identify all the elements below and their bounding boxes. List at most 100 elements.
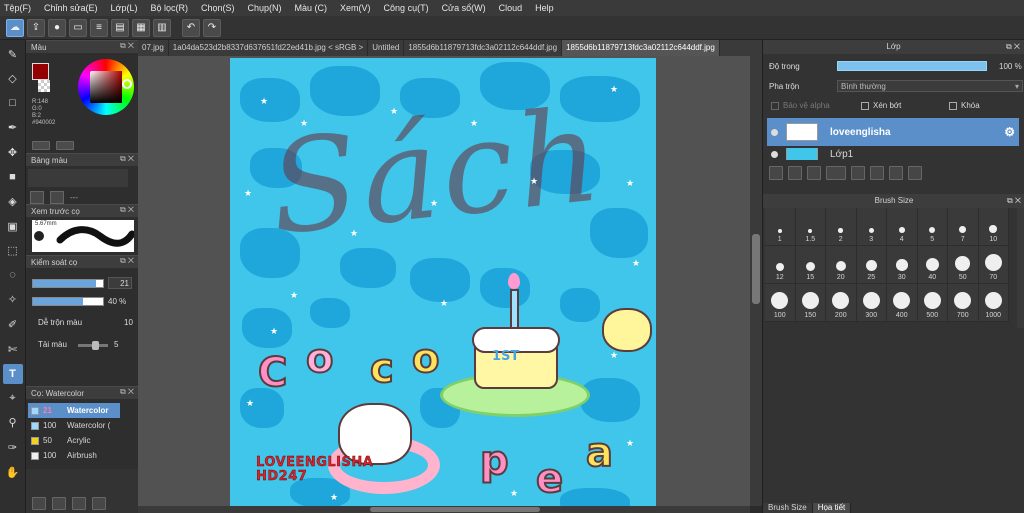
visibility-eye-icon[interactable] xyxy=(771,128,778,136)
rect-select-tool-icon[interactable]: □ xyxy=(3,93,23,113)
protect-alpha-checkbox[interactable]: Bảo vệ alpha xyxy=(771,101,830,110)
document-tab[interactable]: 1a04da523d2b8337d637651fd22ed41b.jpg < s… xyxy=(169,40,369,56)
saturation-square[interactable] xyxy=(90,71,122,103)
menu-item-2[interactable]: Lớp(L) xyxy=(111,3,138,13)
layer-row-lop1[interactable]: Lớp1 xyxy=(767,148,1019,160)
brush-size-cell[interactable]: 20 xyxy=(826,246,857,284)
operation-tool-icon[interactable]: ⌖ xyxy=(3,388,23,408)
move-tool-icon[interactable]: ✥ xyxy=(3,142,23,162)
merge-layer-icon[interactable] xyxy=(889,166,903,180)
menu-item-7[interactable]: Xem(V) xyxy=(340,3,371,13)
brush-opacity-slider[interactable] xyxy=(32,297,104,306)
brush-copy-icon[interactable] xyxy=(72,497,86,510)
artwork-canvas[interactable]: Sách 1ST C o c o p e a LOVEENGLISHA HD24… xyxy=(230,58,656,506)
panel-close-icon[interactable]: ⧉ ✕ xyxy=(120,41,134,51)
layer-row-loveenglisha[interactable]: loveenglisha ⚙ xyxy=(767,118,1019,146)
menu-item-4[interactable]: Chọn(S) xyxy=(201,3,235,13)
new-palette-icon[interactable] xyxy=(30,191,44,204)
document-tab[interactable]: Untitled xyxy=(368,40,405,56)
eraser-tool-icon[interactable]: ◇ xyxy=(3,69,23,89)
brush-size-cell[interactable]: 4 xyxy=(887,208,918,246)
panel-close-icon[interactable]: ⧉ ✕ xyxy=(120,154,134,164)
menu-item-6[interactable]: Màu (C) xyxy=(295,3,328,13)
new-8bit-layer-icon[interactable] xyxy=(807,166,821,180)
visibility-eye-icon[interactable] xyxy=(771,150,778,158)
menu-item-3[interactable]: Bộ lọc(R) xyxy=(150,3,188,13)
brush-size-cell[interactable]: 12 xyxy=(765,246,796,284)
vertical-scroll-thumb[interactable] xyxy=(752,234,760,304)
brush-size-cell[interactable]: 1 xyxy=(765,208,796,246)
menu-item-1[interactable]: Chỉnh sửa(E) xyxy=(44,3,98,13)
mix-value[interactable]: 5 xyxy=(114,340,118,349)
gear-icon[interactable]: ⚙ xyxy=(1004,125,1015,139)
brush-size-cell[interactable]: 30 xyxy=(887,246,918,284)
menu-item-10[interactable]: Cloud xyxy=(499,3,523,13)
brush-size-cell[interactable]: 150 xyxy=(795,284,826,322)
chat-icon[interactable]: ● xyxy=(48,18,66,37)
brush-size-scrollbar[interactable] xyxy=(1017,208,1024,328)
brush-size-cell[interactable]: 1000 xyxy=(978,284,1009,322)
brush-list-item[interactable]: 100 Watercolor ( xyxy=(28,418,120,433)
color-mode-button-2[interactable] xyxy=(56,141,74,150)
brush-list-item[interactable]: 50 Acrylic xyxy=(28,433,120,448)
panel-close-icon[interactable]: ⧉ ✕ xyxy=(1007,194,1021,208)
select-eraser-tool-icon[interactable]: ✄ xyxy=(3,339,23,359)
delete-palette-icon[interactable] xyxy=(50,191,64,204)
canvas-horizontal-scrollbar[interactable] xyxy=(138,506,750,513)
brush-opacity-value[interactable]: 40 % xyxy=(108,297,126,306)
foreground-color-swatch[interactable] xyxy=(32,63,49,80)
brush-size-cell[interactable]: 70 xyxy=(978,246,1009,284)
brush-size-cell[interactable]: 100 xyxy=(765,284,796,322)
color-mode-button-1[interactable] xyxy=(32,141,50,150)
brush-list-item[interactable]: 100 Airbrush xyxy=(28,448,120,463)
brush-size-cell[interactable]: 3 xyxy=(856,208,887,246)
menu-item-0[interactable]: Tệp(F) xyxy=(4,3,31,13)
lasso-tool-icon[interactable]: ◌ xyxy=(3,265,23,285)
brush-size-cell[interactable]: 300 xyxy=(856,284,887,322)
add-brush-icon[interactable] xyxy=(32,497,46,510)
redo-icon[interactable]: ↷ xyxy=(203,18,221,37)
horizontal-scroll-thumb[interactable] xyxy=(370,507,540,512)
document-icon[interactable]: ≡ xyxy=(90,18,108,37)
brush-size-value[interactable]: 21 xyxy=(108,277,132,289)
brush-tool-icon[interactable]: ✎ xyxy=(3,44,23,64)
menu-item-5[interactable]: Chụp(N) xyxy=(248,3,282,13)
magic-wand-tool-icon[interactable]: ✧ xyxy=(3,290,23,310)
add-layer-dropdown-icon[interactable] xyxy=(826,166,846,180)
grid-icon[interactable]: ▦ xyxy=(132,18,150,37)
panel-close-icon[interactable]: ⧉ ✕ xyxy=(120,205,134,215)
layer-blend-select[interactable]: Bình thường xyxy=(837,80,1023,92)
share-icon[interactable]: ⇪ xyxy=(27,18,45,37)
brush-size-cell[interactable]: 1.5 xyxy=(795,208,826,246)
panel-close-icon[interactable]: ⧉ ✕ xyxy=(120,256,134,266)
new-layer-icon[interactable] xyxy=(769,166,783,180)
brush-size-cell[interactable]: 200 xyxy=(826,284,857,322)
undo-icon[interactable]: ↶ xyxy=(182,18,200,37)
brush-size-cell[interactable]: 50 xyxy=(948,246,979,284)
dropper-tool-icon[interactable]: ⚲ xyxy=(3,413,23,433)
select-pen-tool-icon[interactable]: ✐ xyxy=(3,315,23,335)
brush-size-cell[interactable]: 400 xyxy=(887,284,918,322)
menu-item-8[interactable]: Công cụ(T) xyxy=(384,3,429,13)
brush-list-item[interactable]: 21 Watercolor xyxy=(28,403,120,418)
menu-item-11[interactable]: Help xyxy=(535,3,554,13)
palette-swatch-area[interactable] xyxy=(28,169,128,187)
background-color-swatch[interactable] xyxy=(38,80,50,92)
brush-size-slider[interactable] xyxy=(32,279,104,288)
brush-size-cell[interactable]: 25 xyxy=(856,246,887,284)
right-tab[interactable]: Họa tiết xyxy=(812,503,852,513)
brush-folder-icon[interactable] xyxy=(52,497,66,510)
hand-tool-icon[interactable]: ✋ xyxy=(3,462,23,482)
lock-checkbox[interactable]: Khóa xyxy=(949,101,980,110)
brush-size-cell[interactable]: 40 xyxy=(917,246,948,284)
document-tab[interactable]: 1855d6b11879713fdc3a02112c644ddf.jpg xyxy=(562,40,720,56)
brush-size-cell[interactable]: 15 xyxy=(795,246,826,284)
brush-size-cell[interactable]: 500 xyxy=(917,284,948,322)
brush-settings-icon[interactable] xyxy=(92,497,106,510)
brush-size-cell[interactable]: 700 xyxy=(948,284,979,322)
delete-layer-icon[interactable] xyxy=(908,166,922,180)
clipping-checkbox[interactable]: Xén bớt xyxy=(861,101,901,110)
eyedropper-tool-icon[interactable]: ✑ xyxy=(3,438,23,458)
canvas-vertical-scrollbar[interactable] xyxy=(750,56,762,506)
brush-size-cell[interactable]: 7 xyxy=(948,208,979,246)
